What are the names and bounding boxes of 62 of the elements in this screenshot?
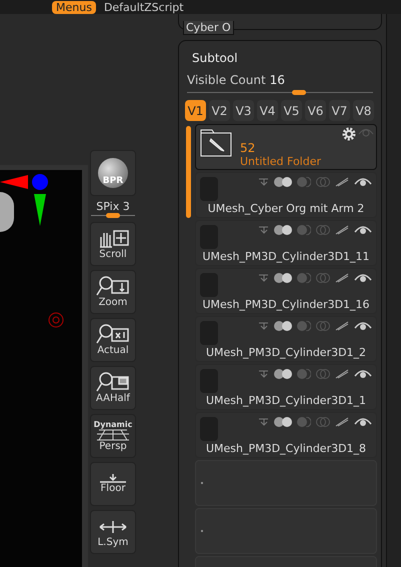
eye-icon[interactable]: [354, 273, 372, 283]
circles-icon[interactable]: [274, 417, 292, 427]
eye-icon[interactable]: [354, 177, 372, 187]
subtool-name: UMesh_PM3D_Cylinder3D1_2: [206, 346, 366, 360]
version-tab[interactable]: V3: [233, 100, 254, 121]
eye-icon[interactable]: [354, 321, 372, 331]
subtool-name: UMesh_PM3D_Cylinder3D1_8: [206, 442, 366, 456]
subtool-name: UMesh_PM3D_Cylinder3D1_1: [206, 394, 366, 408]
target-icon: [48, 312, 64, 328]
circles-icon[interactable]: [274, 369, 292, 379]
arrow-down-icon[interactable]: [259, 226, 269, 234]
version-tab[interactable]: V4: [257, 100, 278, 121]
circles-icon[interactable]: [274, 177, 292, 187]
toolbar-button[interactable]: Zoom: [90, 270, 136, 314]
toolbar-button[interactable]: Actual: [90, 318, 136, 362]
floor-icon: [99, 473, 127, 483]
magnifier-icon: [96, 371, 130, 393]
circles-icon[interactable]: [274, 225, 292, 235]
folder-icon: [200, 127, 232, 157]
toolbar-button[interactable]: AAHalf: [90, 366, 136, 410]
arrow-down-icon[interactable]: [259, 178, 269, 186]
slider-thumb[interactable]: [292, 90, 306, 94]
visible-count-value: 16: [270, 72, 285, 89]
tool-thumbnail-label[interactable]: Cyber O: [183, 21, 234, 35]
toolbar-button[interactable]: Scroll: [90, 222, 136, 266]
persp-button[interactable]: Dynamic Persp: [90, 414, 136, 458]
arrow-down-icon[interactable]: [259, 322, 269, 330]
magnifier-icon: [96, 323, 130, 345]
circles-icon[interactable]: [274, 273, 292, 283]
menu-item[interactable]: Menus: [52, 0, 96, 14]
arrow-down-icon[interactable]: [259, 274, 269, 282]
eye-icon[interactable]: [354, 369, 372, 379]
subtool-name: UMesh_Cyber Org mit Arm 2: [208, 202, 364, 216]
arrow-down-icon[interactable]: [259, 370, 269, 378]
toolbar-button[interactable]: L.Sym: [90, 510, 136, 554]
toolbar-button[interactable]: Floor: [90, 462, 136, 506]
circles-icon[interactable]: [274, 321, 292, 331]
slider-thumb[interactable]: [106, 213, 120, 218]
version-tab[interactable]: V2: [209, 100, 230, 121]
arrow-down-icon[interactable]: [259, 418, 269, 426]
magnifier-icon: [96, 275, 130, 297]
grid-icon: [97, 428, 129, 440]
menu-item[interactable]: DefaultZScript: [100, 0, 188, 14]
folder-count: 52: [240, 142, 256, 155]
version-tab[interactable]: V5: [281, 100, 302, 121]
spix-label: SPix 3: [96, 200, 130, 213]
subtool-name: UMesh_PM3D_Cylinder3D1_16: [202, 298, 370, 312]
gear-icon[interactable]: [342, 127, 356, 141]
folder-name: Untitled Folder: [240, 155, 322, 169]
version-tab[interactable]: V6: [305, 100, 326, 121]
version-tab[interactable]: V8: [353, 100, 374, 121]
eye-icon[interactable]: [354, 417, 372, 427]
scroll-bar[interactable]: [186, 126, 191, 218]
version-tab[interactable]: V1: [185, 100, 206, 121]
visible-count-slider[interactable]: [187, 89, 373, 95]
subtool-name: UMesh_PM3D_Cylinder3D1_11: [202, 250, 370, 264]
eye-icon[interactable]: [354, 225, 372, 235]
version-tab[interactable]: V7: [329, 100, 350, 121]
visible-count-label: Visible Count: [187, 72, 266, 89]
spix-slider[interactable]: [91, 213, 135, 218]
folder-row[interactable]: 52 Untitled Folder: [195, 124, 377, 170]
subtool-title: Subtool: [192, 51, 238, 65]
